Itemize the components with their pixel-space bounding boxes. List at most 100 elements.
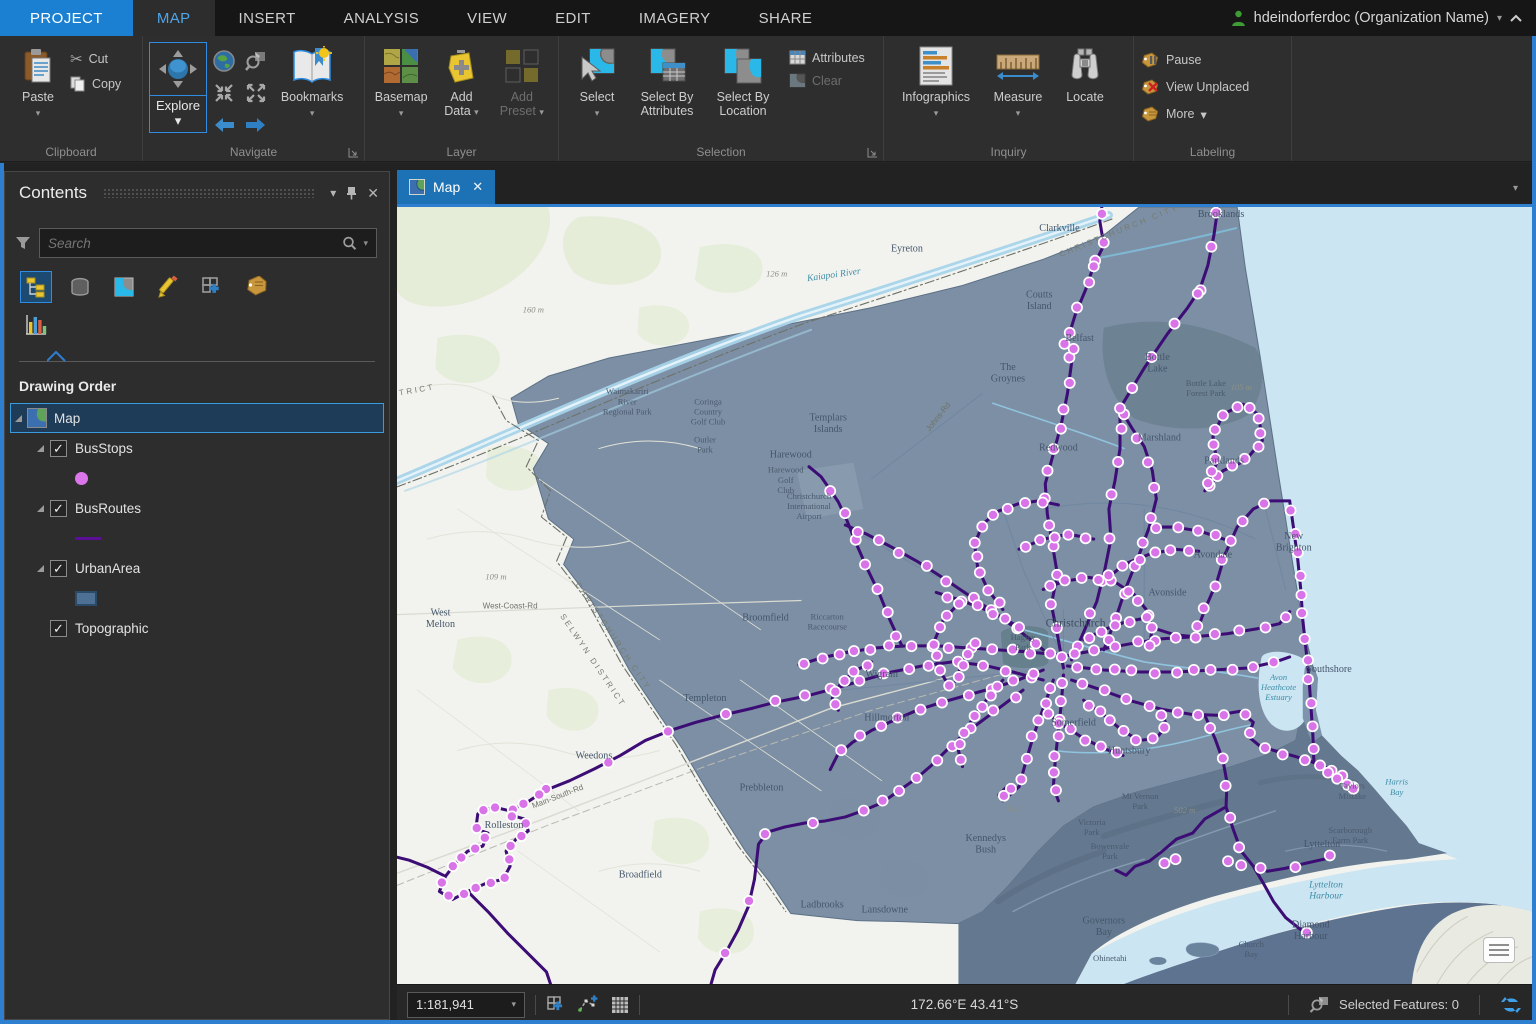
page-layout-icon[interactable] bbox=[1484, 938, 1514, 962]
fixed-zoom-in-icon[interactable] bbox=[209, 78, 239, 108]
map-document-tab[interactable]: Map ✕ bbox=[397, 170, 495, 204]
add-data-caret-icon: ▾ bbox=[474, 107, 479, 117]
search-icon[interactable] bbox=[342, 236, 357, 251]
ribbon-tab-project[interactable]: PROJECT bbox=[0, 0, 133, 36]
bus-stop bbox=[891, 631, 901, 641]
measure-button[interactable]: Measure ▾ bbox=[982, 40, 1054, 120]
layer-item-busroutes[interactable]: ✓BusRoutes bbox=[11, 494, 383, 522]
navigate-launcher-button[interactable] bbox=[348, 147, 359, 158]
bus-stop bbox=[955, 739, 965, 749]
layer-item-topographic[interactable]: ✓Topographic bbox=[11, 614, 383, 642]
tab-list-caret-icon[interactable]: ▾ bbox=[1513, 183, 1518, 194]
layer-checkbox[interactable]: ✓ bbox=[50, 500, 67, 517]
add-preset-button[interactable]: AddPreset ▾ bbox=[492, 40, 552, 119]
select-by-location-button[interactable]: Select ByLocation bbox=[705, 40, 781, 118]
ribbon-tab-share[interactable]: SHARE bbox=[735, 0, 837, 36]
legend-urbanarea[interactable] bbox=[11, 584, 383, 612]
infographics-button[interactable]: Infographics ▾ bbox=[890, 40, 982, 120]
list-charts-button[interactable] bbox=[21, 310, 51, 340]
expand-triangle-icon[interactable] bbox=[15, 415, 22, 422]
bus-stop bbox=[1173, 708, 1183, 718]
account-menu[interactable]: hdeindorferdoc (Organization Name) ▾ bbox=[1231, 0, 1536, 36]
panel-menu-caret[interactable]: ▾ bbox=[330, 186, 336, 200]
layer-item-map[interactable]: Map bbox=[11, 404, 383, 432]
next-extent-button[interactable] bbox=[241, 110, 271, 140]
expand-triangle-icon[interactable] bbox=[37, 505, 44, 512]
ribbon-tab-analysis[interactable]: ANALYSIS bbox=[320, 0, 443, 36]
cut-button[interactable]: ✂ Cut bbox=[70, 50, 121, 68]
list-by-data-source-button[interactable] bbox=[65, 272, 95, 302]
ribbon-tab-map[interactable]: MAP bbox=[133, 0, 215, 36]
bus-stop bbox=[839, 676, 849, 686]
scale-dropdown[interactable]: 1:181,941 ▾ bbox=[407, 992, 525, 1018]
expand-triangle-icon[interactable] bbox=[37, 565, 44, 572]
previous-extent-button[interactable] bbox=[209, 110, 239, 140]
bookmarks-button[interactable]: Bookmarks ▾ bbox=[273, 40, 351, 120]
bus-stop bbox=[760, 829, 770, 839]
layer-label: Map bbox=[54, 411, 80, 426]
bus-stop bbox=[1072, 662, 1082, 672]
map-canvas[interactable]: Eyreton126 m160 m109 m105 m102 m502 mKai… bbox=[397, 207, 1532, 984]
layer-checkbox[interactable]: ✓ bbox=[50, 440, 67, 457]
select-button[interactable]: Select ▾ bbox=[565, 40, 629, 120]
bookmarks-icon bbox=[291, 44, 333, 88]
layer-item-busstops[interactable]: ✓BusStops bbox=[11, 434, 383, 462]
ribbon-tab-view[interactable]: VIEW bbox=[443, 0, 531, 36]
basemap-button[interactable]: Basemap ▾ bbox=[371, 40, 431, 120]
ribbon-tab-insert[interactable]: INSERT bbox=[215, 0, 320, 36]
paste-button[interactable]: Paste ▾ bbox=[6, 40, 70, 120]
map-tab-close-icon[interactable]: ✕ bbox=[472, 179, 483, 195]
full-extent-button[interactable] bbox=[209, 46, 239, 76]
add-data-button[interactable]: AddData ▾ bbox=[431, 40, 491, 119]
bus-stop bbox=[978, 661, 988, 671]
measured-edit-icon[interactable] bbox=[577, 995, 599, 1014]
explore-button[interactable]: Explore▾ bbox=[149, 42, 207, 133]
list-by-editing-button[interactable] bbox=[153, 272, 183, 302]
legend-busstops[interactable] bbox=[11, 464, 383, 492]
panel-drag-area[interactable] bbox=[103, 188, 314, 198]
list-by-drawing-order-button[interactable] bbox=[21, 272, 51, 302]
panel-pin-icon[interactable] bbox=[346, 186, 357, 200]
clear-selection-button[interactable]: Clear bbox=[789, 73, 865, 88]
copy-button[interactable]: Copy bbox=[70, 76, 121, 92]
map-label: Somerfield bbox=[1051, 717, 1096, 728]
bus-stop bbox=[456, 853, 466, 863]
labeling-more-button[interactable]: More ▾ bbox=[1140, 106, 1249, 122]
fixed-zoom-out-icon[interactable] bbox=[241, 78, 271, 108]
panel-close-icon[interactable]: ✕ bbox=[367, 185, 379, 202]
zoom-selection-button[interactable] bbox=[241, 46, 271, 76]
map-tab-label: Map bbox=[433, 179, 460, 195]
expand-triangle-icon[interactable] bbox=[37, 445, 44, 452]
map-viewport[interactable]: Eyreton126 m160 m109 m105 m102 m502 mKai… bbox=[397, 207, 1532, 984]
layer-checkbox[interactable]: ✓ bbox=[50, 620, 67, 637]
search-input[interactable] bbox=[48, 236, 342, 251]
legend-busroutes[interactable] bbox=[11, 524, 383, 552]
search-caret-icon[interactable]: ▾ bbox=[363, 238, 368, 249]
collapse-ribbon-icon[interactable] bbox=[1510, 14, 1522, 22]
ribbon-tab-edit[interactable]: EDIT bbox=[531, 0, 615, 36]
list-by-snapping-button[interactable] bbox=[197, 272, 227, 302]
layer-checkbox[interactable]: ✓ bbox=[50, 560, 67, 577]
bus-stop bbox=[1219, 710, 1229, 720]
selection-launcher-button[interactable] bbox=[867, 147, 878, 158]
open-table-icon[interactable] bbox=[611, 996, 629, 1014]
map-label: Avonside bbox=[1148, 588, 1186, 599]
bus-stop bbox=[1081, 533, 1091, 543]
list-by-selection-button[interactable] bbox=[109, 272, 139, 302]
ribbon-tab-imagery[interactable]: IMAGERY bbox=[615, 0, 735, 36]
snapping-toggle-icon[interactable] bbox=[546, 995, 565, 1014]
select-by-attributes-button[interactable]: Select ByAttributes bbox=[629, 40, 705, 118]
list-by-labeling-button[interactable] bbox=[241, 272, 271, 302]
locate-button[interactable]: Locate bbox=[1054, 40, 1116, 104]
labeling-pause-button[interactable]: Pause bbox=[1140, 52, 1249, 68]
bus-stop bbox=[1006, 784, 1016, 794]
attributes-button[interactable]: Attributes bbox=[789, 50, 865, 65]
layer-tree: Map ✓BusStops ✓BusRoutes ✓UrbanArea ✓Topogra… bbox=[5, 400, 389, 646]
filter-icon[interactable] bbox=[15, 236, 31, 251]
bus-stop bbox=[1255, 428, 1265, 438]
layer-item-urbanarea[interactable]: ✓UrbanArea bbox=[11, 554, 383, 582]
view-unplaced-button[interactable]: View Unplaced bbox=[1140, 79, 1249, 95]
map-label: Redwood bbox=[1039, 443, 1078, 454]
refresh-icon[interactable] bbox=[1500, 995, 1522, 1015]
bus-stop bbox=[865, 645, 875, 655]
